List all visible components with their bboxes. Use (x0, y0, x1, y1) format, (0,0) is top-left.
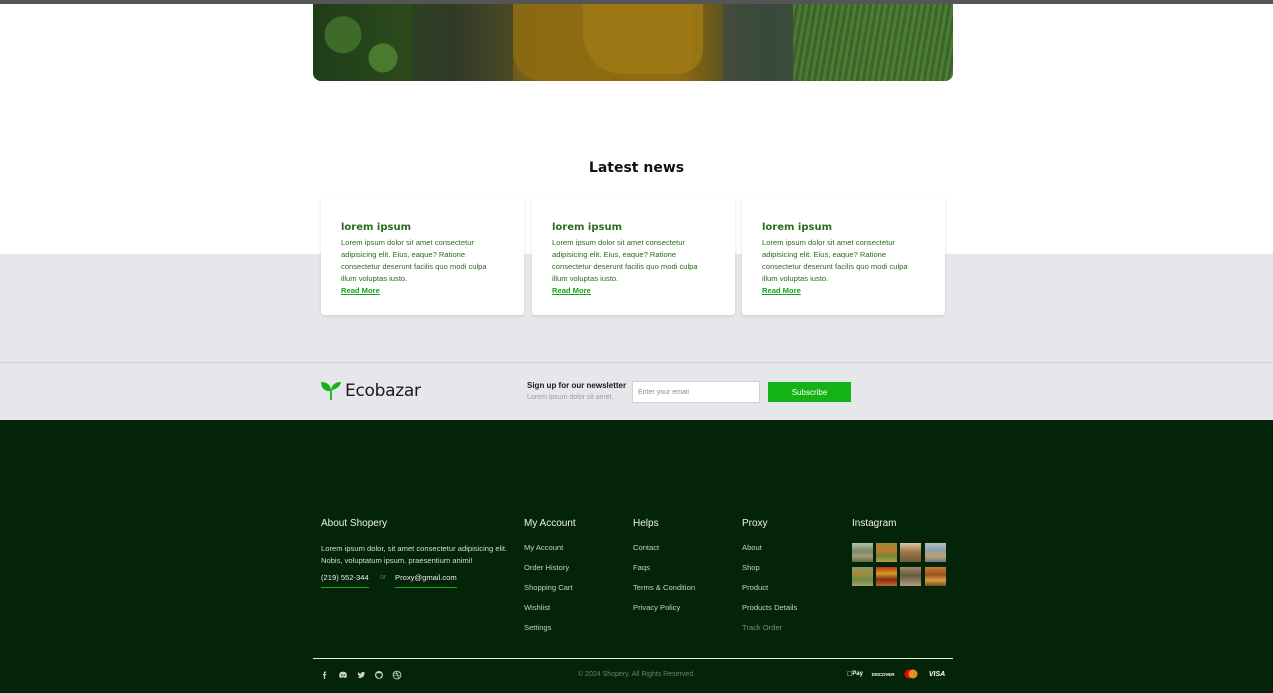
copyright-text: © 2024 Shopery. All Rights Reserved. (577, 671, 696, 678)
footer-proxy-title: Proxy (742, 518, 768, 529)
footer-link-shopping-cart[interactable]: Shopping Cart (524, 583, 573, 592)
footer-link-privacy[interactable]: Privacy Policy (633, 603, 680, 612)
footer-instagram-title: Instagram (852, 518, 897, 529)
brand-name: Ecobazar (345, 381, 421, 401)
visa-icon: VISA (928, 670, 946, 678)
footer-or-label: or (380, 574, 387, 581)
footer-link-faqs[interactable]: Faqs (633, 563, 650, 572)
footer-link-terms[interactable]: Terms & Condition (633, 583, 695, 592)
news-card: lorem ipsum Lorem ipsum dolor sit amet c… (532, 196, 735, 315)
news-card: lorem ipsum Lorem ipsum dolor sit amet c… (742, 196, 945, 315)
instagram-thumbnail[interactable] (900, 543, 921, 562)
leaf-icon (321, 382, 341, 400)
section-title: Latest news (588, 160, 685, 176)
read-more-link[interactable]: Read More (552, 286, 715, 295)
read-more-link[interactable]: Read More (341, 286, 504, 295)
divider (0, 362, 1273, 363)
footer-link-track-order[interactable]: Track Order (742, 623, 782, 632)
footer-link-about[interactable]: About (742, 543, 762, 552)
instagram-thumbnail[interactable] (876, 567, 897, 586)
footer-link-contact[interactable]: Contact (633, 543, 659, 552)
instagram-thumbnail[interactable] (925, 543, 946, 562)
news-card: lorem ipsum Lorem ipsum dolor sit amet c… (321, 196, 524, 315)
footer-my-account-title: My Account (524, 518, 576, 529)
instagram-thumbnail[interactable] (852, 543, 873, 562)
news-card-text: Lorem ipsum dolor sit amet consectetur a… (762, 238, 908, 283)
footer-phone-link[interactable]: (219) 552-344 (321, 573, 369, 588)
instagram-thumbnail[interactable] (900, 567, 921, 586)
footer-link-order-history[interactable]: Order History (524, 563, 569, 572)
newsletter-subtitle: Lorem ipsum dolor sit amet. (527, 394, 614, 401)
footer-link-settings[interactable]: Settings (524, 623, 551, 632)
brand-logo[interactable]: Ecobazar (320, 381, 421, 401)
footer-link-products-details[interactable]: Products Details (742, 603, 797, 612)
footer-helps-title: Helps (633, 518, 659, 529)
discover-icon: DISCOVER (871, 671, 895, 677)
news-card-title: lorem ipsum (341, 222, 411, 233)
news-card-title: lorem ipsum (762, 222, 832, 233)
footer-link-product[interactable]: Product (742, 583, 768, 592)
mastercard-icon (904, 669, 918, 679)
footer-email-link[interactable]: Proxy@gmail.com (395, 573, 457, 588)
instagram-thumbnail[interactable] (852, 567, 873, 586)
instagram-thumbnail[interactable] (925, 567, 946, 586)
footer-link-shop[interactable]: Shop (742, 563, 760, 572)
footer-about-title: About Shopery (321, 518, 388, 529)
footer (0, 420, 1273, 693)
news-card-text: Lorem ipsum dolor sit amet consectetur a… (341, 238, 487, 283)
news-card-title: lorem ipsum (552, 222, 622, 233)
read-more-link[interactable]: Read More (762, 286, 925, 295)
footer-divider (313, 658, 953, 659)
apple-pay-icon: Pay (847, 671, 863, 678)
instagram-thumbnail[interactable] (876, 543, 897, 562)
footer-link-wishlist[interactable]: Wishlist (524, 603, 550, 612)
subscribe-button[interactable]: Subscribe (768, 382, 851, 402)
newsletter-title: Sign up for our newsletter (527, 381, 627, 390)
newsletter-email-input[interactable] (632, 381, 760, 403)
hero-image (313, 4, 953, 81)
news-card-text: Lorem ipsum dolor sit amet consectetur a… (552, 238, 698, 283)
footer-link-my-account[interactable]: My Account (524, 543, 563, 552)
footer-about-text: Lorem ipsum dolor, sit amet consectetur … (321, 544, 508, 565)
